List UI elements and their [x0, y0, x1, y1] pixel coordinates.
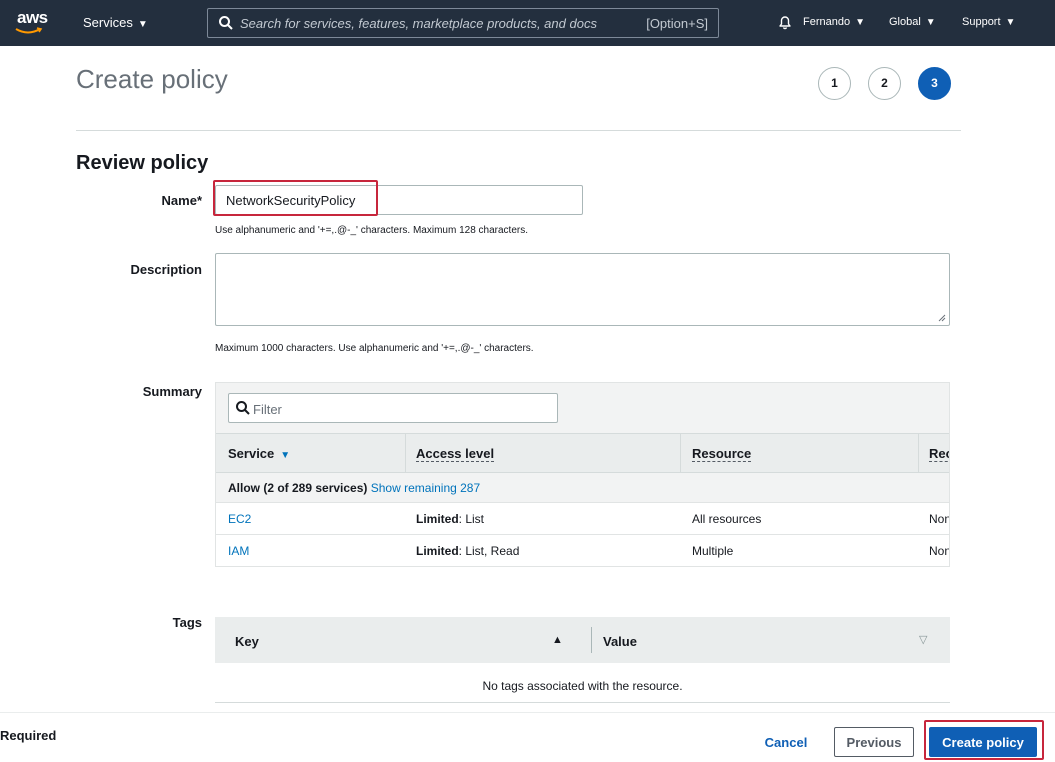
account-menu[interactable]: Fernando ▼ — [803, 16, 865, 28]
name-label: Name* — [161, 193, 202, 208]
allow-group-label: Allow (2 of 289 services) Show remaining… — [228, 481, 480, 495]
summary-toolbar: Filter — [216, 383, 949, 433]
support-menu-label: Support — [962, 16, 1001, 28]
caret-down-icon: ▼ — [280, 450, 291, 461]
resource-cell: All resources — [692, 512, 762, 526]
show-remaining-link[interactable]: Show remaining 287 — [371, 481, 480, 495]
required-note: Required — [0, 728, 57, 743]
column-separator — [918, 434, 919, 474]
name-hint: Use alphanumeric and '+=,.@-_' character… — [215, 225, 528, 236]
cancel-button[interactable]: Cancel — [752, 727, 820, 757]
column-header-resource[interactable]: Resource — [692, 446, 752, 462]
wizard-step-2[interactable]: 2 — [868, 67, 901, 100]
description-hint: Maximum 1000 characters. Use alphanumeri… — [215, 343, 534, 354]
magnifier-icon — [236, 401, 250, 415]
tags-column-value[interactable]: Value — [603, 634, 637, 649]
description-textarea[interactable] — [215, 253, 950, 326]
table-row: IAM Limited: List, Read Multiple Non — [216, 535, 950, 566]
previous-button[interactable]: Previous — [834, 727, 914, 757]
tags-table: Key ▲ Value ▽ No tags associated with th… — [215, 617, 950, 703]
tags-label: Tags — [172, 615, 202, 630]
resource-cell: Multiple — [692, 544, 734, 558]
table-row: EC2 Limited: List All resources Non — [216, 503, 950, 535]
description-label: Description — [130, 262, 202, 277]
tags-empty-message: No tags associated with the resource. — [482, 679, 683, 693]
column-separator — [680, 434, 681, 474]
summary-label: Summary — [142, 384, 202, 399]
access-level-detail: : List — [458, 512, 485, 526]
column-header-access-level[interactable]: Access level — [416, 446, 495, 462]
access-level-strength: Limited — [416, 512, 459, 526]
triangle-up-icon[interactable]: ▲ — [552, 634, 563, 646]
resize-handle-icon[interactable] — [938, 314, 946, 322]
wizard-step-3: 3 — [918, 67, 951, 100]
services-menu-label: Services — [83, 15, 133, 30]
column-header-request-condition-label: Rec — [929, 446, 949, 462]
create-highlight-box — [924, 720, 1044, 760]
page-title: Create policy — [76, 64, 228, 94]
column-header-request-condition[interactable]: Rec — [929, 446, 949, 462]
support-menu[interactable]: Support ▼ — [962, 16, 1015, 28]
name-highlight-box — [213, 180, 378, 216]
column-header-access-level-label: Access level — [416, 446, 495, 462]
aws-logo-text: aws — [17, 8, 48, 27]
region-menu-label: Global — [889, 16, 921, 28]
chevron-down-icon: ▼ — [855, 17, 865, 28]
column-header-resource-label: Resource — [692, 446, 752, 462]
search-icon — [219, 16, 233, 30]
access-level-detail: : List, Read — [458, 544, 520, 558]
allow-group-count: Allow (2 of 289 services) — [228, 481, 368, 495]
triangle-down-icon[interactable]: ▽ — [919, 633, 927, 646]
service-link-iam[interactable]: IAM — [228, 544, 249, 558]
region-menu[interactable]: Global ▼ — [889, 16, 936, 28]
bell-icon[interactable] — [777, 14, 793, 30]
aws-smile-icon — [15, 27, 43, 34]
summary-table: Filter Service ▼ Access level Resource Re… — [215, 382, 950, 567]
access-level-cell: Limited: List — [416, 512, 484, 526]
access-level-cell: Limited: List, Read — [416, 544, 519, 558]
column-separator — [405, 434, 406, 474]
review-policy-heading: Review policy — [76, 152, 209, 174]
access-level-strength: Limited — [416, 544, 459, 558]
search-shortcut-hint: [Option+S] — [646, 16, 708, 31]
tags-header-row: Key ▲ Value ▽ — [215, 617, 950, 663]
services-menu[interactable]: Services ▼ — [83, 15, 148, 30]
chevron-down-icon: ▼ — [137, 19, 148, 30]
top-navigation-bar: aws Services ▼ Search for services, featu… — [0, 0, 1055, 46]
wizard-step-1[interactable]: 1 — [818, 67, 851, 100]
filter-placeholder: Filter — [253, 402, 282, 417]
chevron-down-icon: ▼ — [925, 17, 936, 28]
column-header-service[interactable]: Service ▼ — [228, 446, 290, 461]
tags-column-key[interactable]: Key — [235, 634, 259, 649]
header-divider — [76, 130, 961, 131]
search-placeholder: Search for services, features, marketpla… — [240, 16, 597, 31]
filter-input[interactable]: Filter — [228, 393, 558, 423]
aws-logo[interactable]: aws — [14, 6, 54, 40]
summary-header-row: Service ▼ Access level Resource Rec — [216, 433, 949, 474]
service-link-ec2[interactable]: EC2 — [228, 512, 251, 526]
global-search-input[interactable]: Search for services, features, marketpla… — [207, 8, 719, 38]
column-header-service-label: Service — [228, 446, 275, 461]
chevron-down-icon: ▼ — [1005, 17, 1016, 28]
wizard-footer: Required Cancel Previous Create policy — [0, 712, 1055, 762]
account-menu-label: Fernando — [803, 16, 851, 28]
condition-cell: Non — [929, 512, 950, 526]
allow-group-row: Allow (2 of 289 services) Show remaining… — [216, 473, 949, 503]
condition-cell: Non — [929, 544, 950, 558]
column-separator — [591, 627, 592, 653]
